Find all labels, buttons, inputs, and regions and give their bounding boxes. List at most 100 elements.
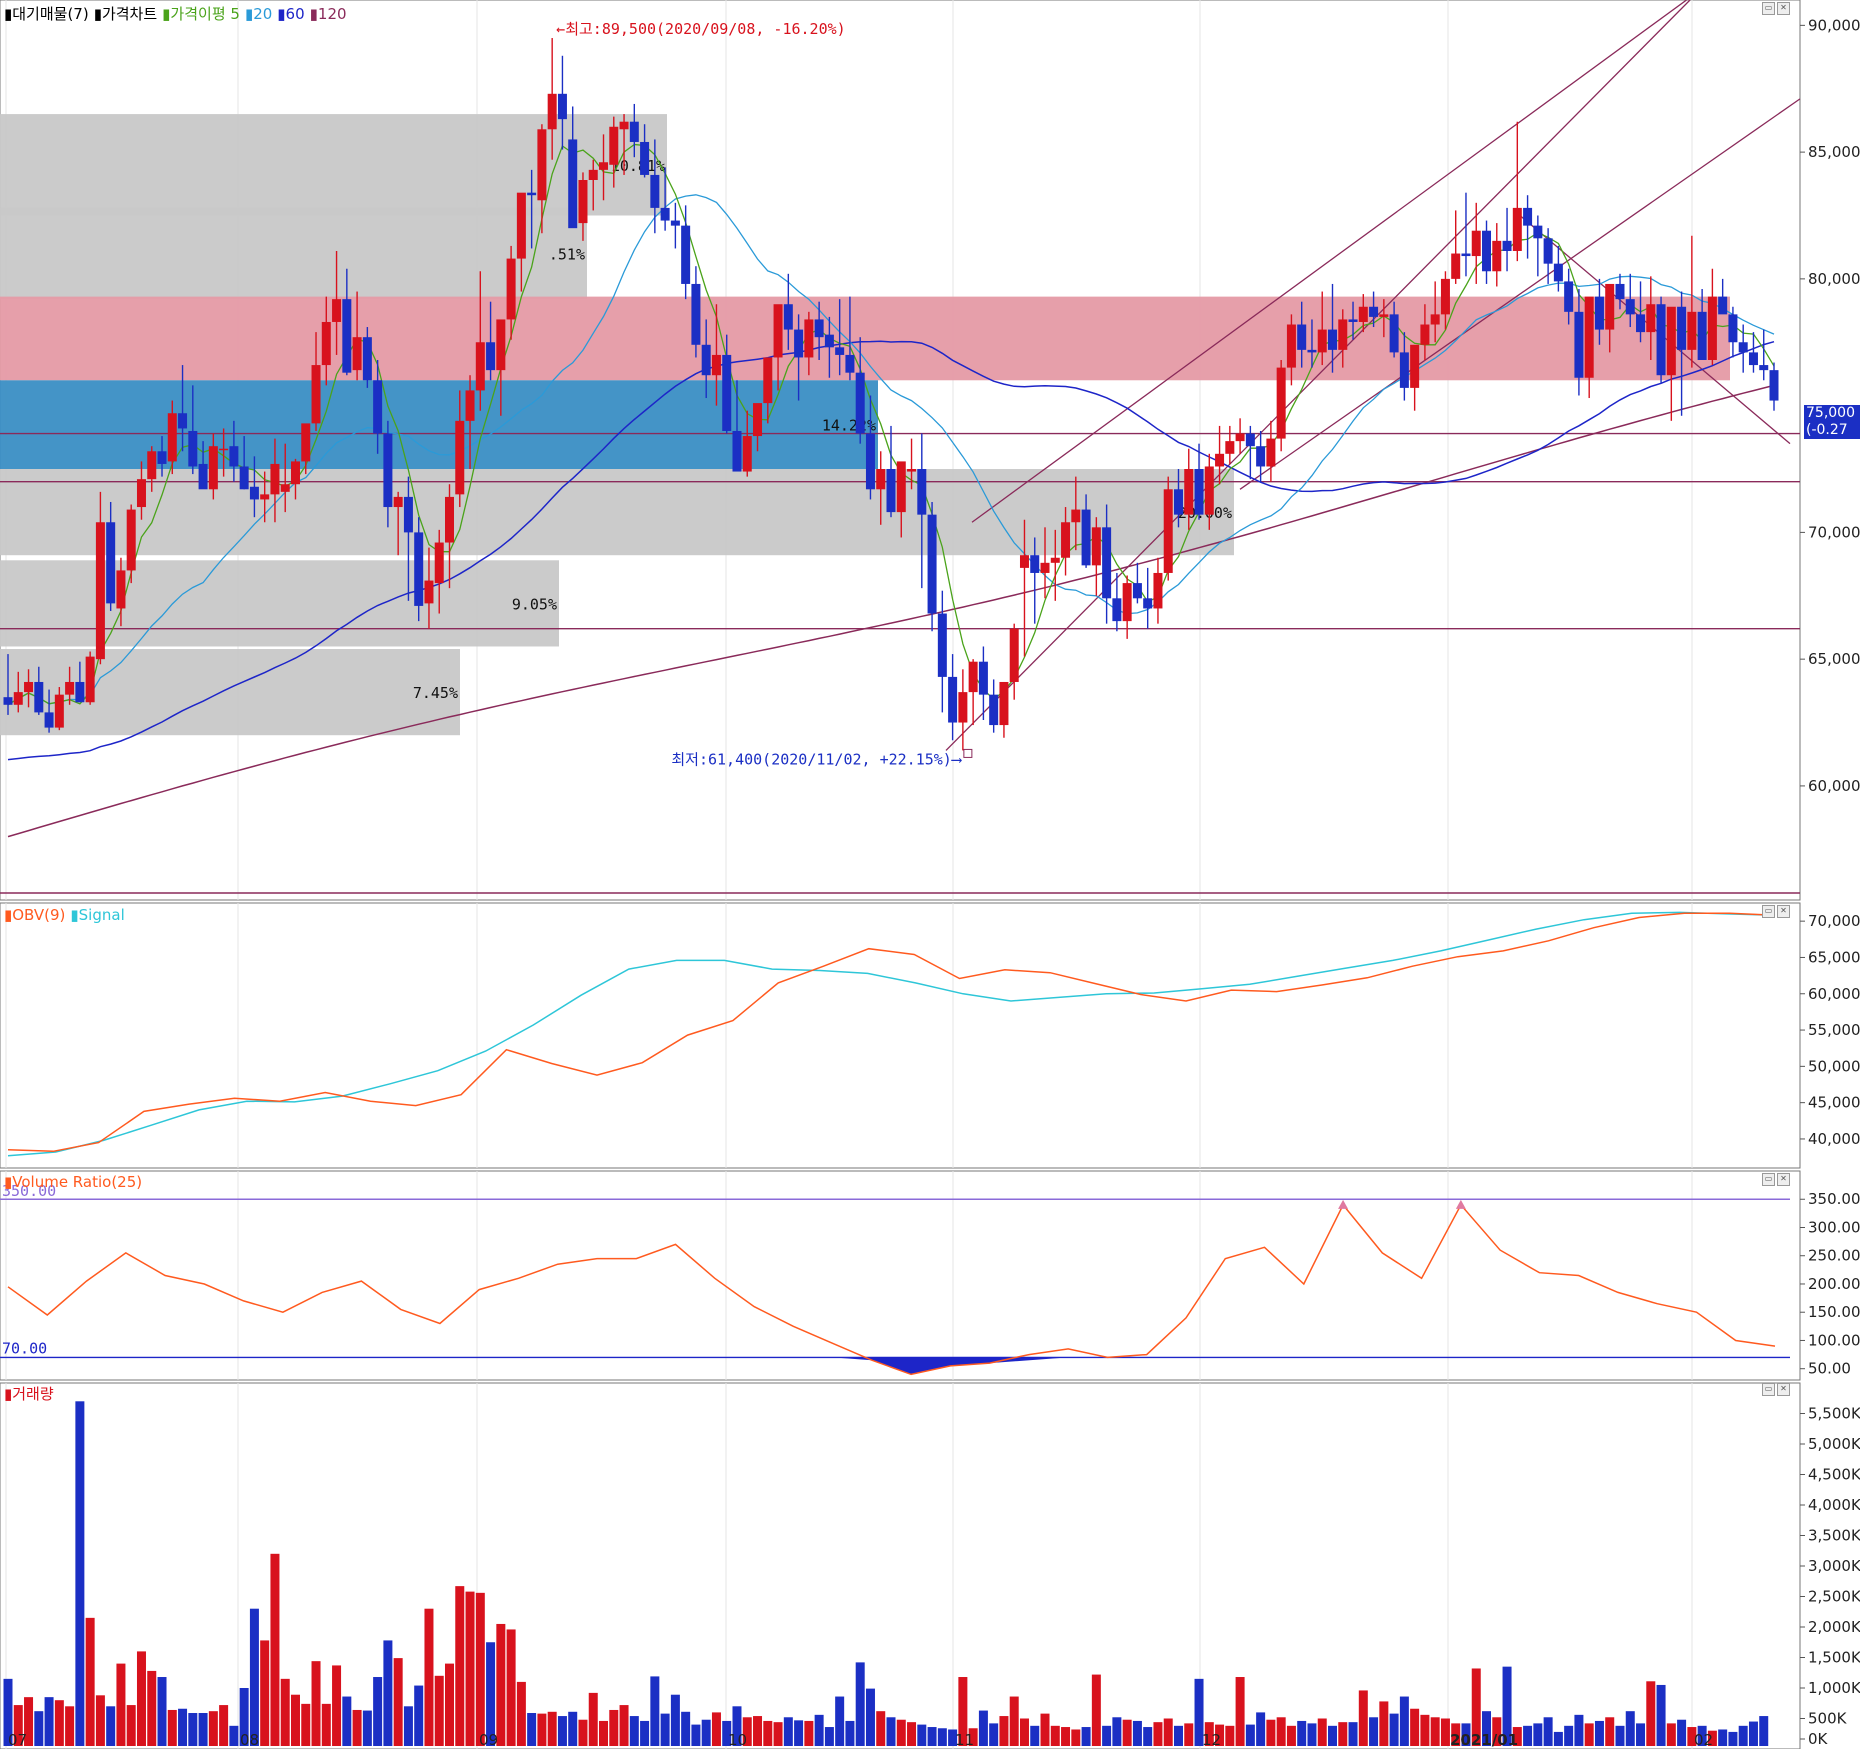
candle-body — [1286, 324, 1296, 368]
volume-bar — [85, 1617, 95, 1746]
volume-bar — [1112, 1717, 1122, 1746]
candle-body — [475, 342, 485, 391]
candle-body — [1050, 557, 1060, 563]
candle-body — [1512, 207, 1522, 251]
candle-body — [978, 661, 988, 695]
candle-body — [311, 365, 321, 424]
volume-bar — [1276, 1717, 1286, 1746]
pane-minimize-button[interactable]: ▭ — [1762, 1173, 1775, 1186]
candle-body — [167, 413, 177, 462]
pane-close-button[interactable]: ✕ — [1777, 1173, 1790, 1186]
volume-bar — [75, 1401, 85, 1746]
volume-bar — [362, 1710, 372, 1746]
volume-bar — [1091, 1674, 1101, 1746]
candle-body — [383, 433, 393, 508]
candle-body — [290, 461, 300, 485]
candle-body — [1153, 572, 1163, 609]
candle-body — [557, 93, 567, 120]
candle-body — [147, 451, 157, 480]
candle-body — [321, 321, 331, 366]
volume-bar — [65, 1706, 75, 1746]
volume-bar — [1646, 1681, 1656, 1746]
x-axis-label: 10 — [728, 1731, 747, 1749]
candle-body — [352, 337, 362, 371]
x-axis-label: 2021/01 — [1450, 1731, 1518, 1749]
volume-bar — [136, 1651, 146, 1746]
volume-bar — [208, 1711, 218, 1746]
candle-body — [711, 354, 721, 376]
candle-body — [506, 258, 516, 320]
candle-body — [1122, 583, 1132, 622]
pane-close-button[interactable]: ✕ — [1777, 905, 1790, 918]
candle-body — [1030, 555, 1040, 573]
y-tick-label: 70,000 — [1808, 523, 1860, 541]
chart-canvas: 10.81%.51%14.22%20.00%9.05%7.45%←최고:89,5… — [0, 0, 1860, 1750]
volume-bar — [999, 1716, 1009, 1746]
volume-bar — [835, 1696, 845, 1746]
pane-minimize-button[interactable]: ▭ — [1762, 2, 1775, 15]
y-tick-label: 3,500K — [1808, 1527, 1860, 1545]
volume-bar — [352, 1709, 362, 1746]
candle-body — [1317, 329, 1327, 353]
volume-bar — [629, 1716, 639, 1746]
candle-body — [1215, 453, 1225, 467]
volume-bar — [280, 1678, 290, 1746]
volume-bar — [824, 1727, 834, 1746]
candle-body — [486, 342, 496, 371]
vr-lower-level-label: 70.00 — [2, 1339, 47, 1357]
supply-zone-label: .51% — [549, 246, 585, 264]
volume-bar — [527, 1713, 537, 1746]
legend-entry: ▮20 — [244, 5, 273, 23]
volume-bar — [321, 1703, 331, 1746]
pane-minimize-button[interactable]: ▭ — [1762, 1383, 1775, 1396]
candle-body — [465, 390, 475, 421]
candle-body — [1369, 306, 1379, 317]
volume-bar — [568, 1711, 578, 1746]
candle-body — [1440, 278, 1450, 315]
volume-bar — [1328, 1725, 1337, 1746]
pane-close-button[interactable]: ✕ — [1777, 2, 1790, 15]
x-axis-label: 11 — [955, 1731, 974, 1749]
volume-bar — [1317, 1718, 1327, 1746]
volume-bar — [670, 1694, 680, 1746]
candle-body — [824, 334, 834, 348]
volume-bar — [1369, 1717, 1379, 1746]
y-tick-label: 200.00 — [1808, 1275, 1860, 1293]
candle-body — [1071, 509, 1081, 523]
volume-bar — [54, 1700, 64, 1746]
volume-bar — [445, 1663, 454, 1746]
volume-bar — [557, 1716, 567, 1746]
supply-zone-label: 9.05% — [512, 595, 557, 613]
candle-body — [229, 446, 239, 467]
pane-close-button[interactable]: ✕ — [1777, 1383, 1790, 1396]
candle-body — [937, 613, 947, 677]
candle-body — [1430, 314, 1440, 325]
candle-body — [301, 423, 311, 462]
candle-body — [640, 141, 650, 175]
candle-body — [1420, 324, 1430, 345]
candle-body — [660, 207, 670, 221]
candle-body — [1677, 306, 1687, 350]
candle-body — [249, 486, 259, 500]
candle-body — [85, 656, 95, 703]
candle-body — [34, 681, 44, 713]
x-axis-label: 12 — [1202, 1731, 1221, 1749]
candle-body — [1328, 329, 1337, 350]
price-pane-legend: ▮대기매물(7) ▮가격차트 ▮가격이평 5 ▮20 ▮60 ▮120 — [4, 3, 352, 24]
candle-body — [958, 692, 968, 723]
pane-minimize-button[interactable]: ▭ — [1762, 905, 1775, 918]
candle-body — [1738, 342, 1748, 353]
volume-bar — [927, 1727, 937, 1746]
candle-body — [1194, 469, 1204, 515]
candle-body — [599, 162, 609, 170]
volume-bar — [691, 1724, 701, 1746]
candle-body — [1266, 438, 1276, 467]
volume-bar — [311, 1661, 321, 1746]
volume-bar — [701, 1719, 711, 1746]
volume-bar — [1666, 1723, 1676, 1746]
candle-body — [1584, 296, 1594, 378]
candle-body — [1184, 469, 1194, 515]
candle-body — [1553, 263, 1563, 282]
candle-body — [1687, 311, 1697, 350]
candle-body — [260, 494, 270, 500]
